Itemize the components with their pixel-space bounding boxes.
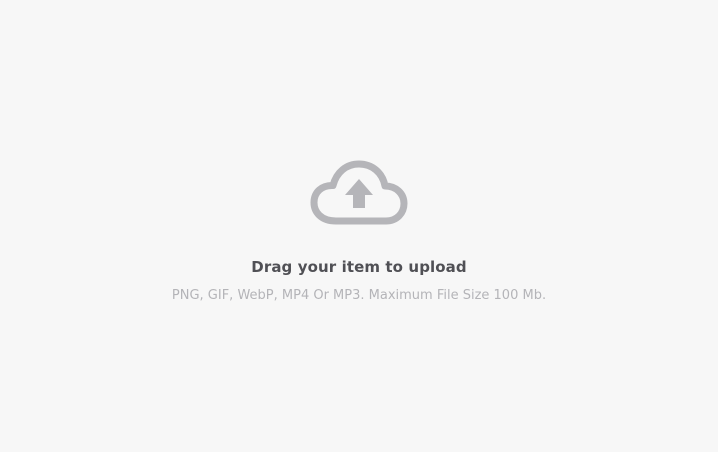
upload-title: Drag your item to upload (251, 258, 467, 276)
cloud-upload-icon (310, 160, 408, 225)
upload-subtitle: PNG, GIF, WebP, MP4 Or MP3. Maximum File… (171, 288, 547, 303)
upload-dropzone[interactable]: Drag your item to upload PNG, GIF, WebP,… (0, 0, 718, 452)
